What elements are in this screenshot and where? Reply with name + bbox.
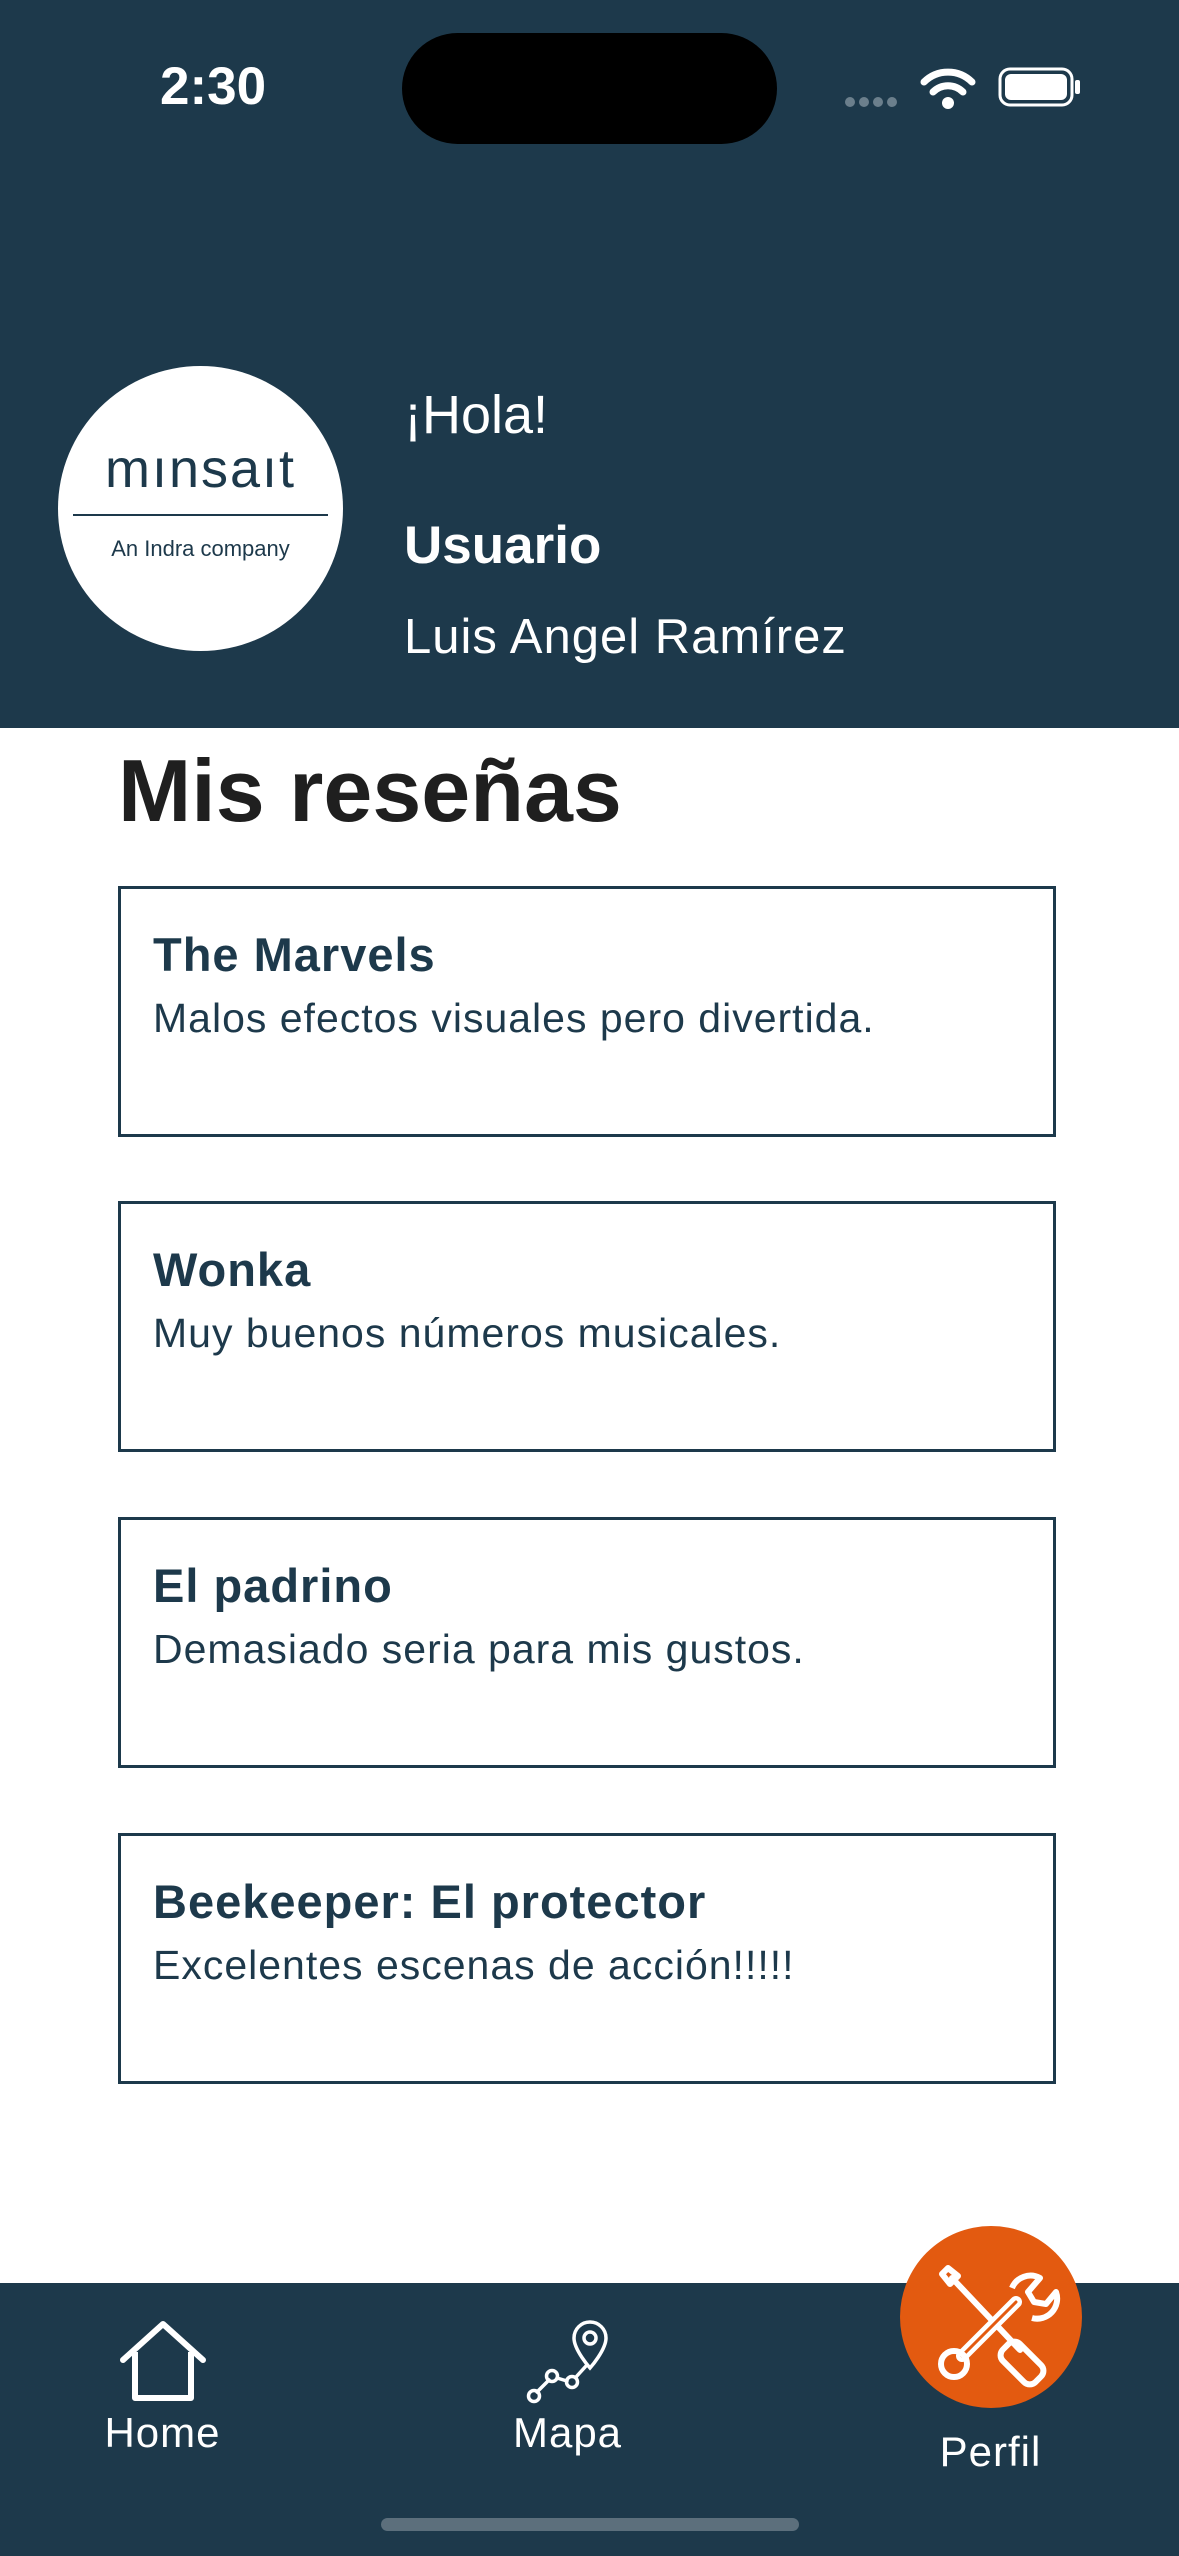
review-text: Muy buenos números musicales.	[153, 1310, 782, 1356]
review-card[interactable]: Beekeeper: El protector Excelentes escen…	[118, 1833, 1056, 2084]
tab-profile-label: Perfil	[939, 2428, 1042, 2475]
tab-profile[interactable]: Perfil	[888, 2226, 1093, 2476]
avatar[interactable]: mınsaıt An Indra company	[58, 366, 343, 651]
tab-map[interactable]: Mapa	[465, 2318, 670, 2457]
battery-icon	[998, 67, 1080, 107]
review-text: Demasiado seria para mis gustos.	[153, 1626, 805, 1672]
tab-home-label: Home	[104, 2409, 221, 2456]
logo-divider	[73, 514, 328, 516]
review-title: El padrino	[153, 1559, 393, 1612]
wifi-icon	[920, 68, 976, 109]
dynamic-island	[402, 33, 777, 144]
profile-active-bubble	[899, 2226, 1082, 2408]
profile-header: 2:30 mınsaıt An Indra company ¡Hola! Usu…	[0, 0, 1179, 728]
tab-map-label: Mapa	[512, 2409, 623, 2456]
reviews-section-title: Mis reseñas	[118, 741, 622, 840]
review-card[interactable]: El padrino Demasiado seria para mis gust…	[118, 1517, 1056, 1768]
tools-icon	[937, 2265, 1060, 2388]
status-time: 2:30	[160, 57, 267, 116]
user-label: Usuario	[404, 516, 602, 575]
signal-icon	[845, 94, 901, 112]
review-card[interactable]: The Marvels Malos efectos visuales pero …	[118, 886, 1056, 1137]
review-text: Malos efectos visuales pero divertida.	[153, 995, 875, 1041]
review-text: Excelentes escenas de acción!!!!!	[153, 1942, 795, 1988]
home-icon	[119, 2321, 206, 2401]
review-title: Wonka	[153, 1243, 312, 1296]
review-title: Beekeeper: El protector	[153, 1875, 707, 1928]
greeting-text: ¡Hola!	[404, 385, 549, 445]
company-logo: mınsaıt	[104, 439, 297, 499]
home-indicator[interactable]	[381, 2518, 799, 2531]
map-route-icon	[526, 2320, 608, 2404]
logo-subtitle: An Indra company	[111, 536, 290, 561]
review-card[interactable]: Wonka Muy buenos números musicales.	[118, 1201, 1056, 1452]
user-name: Luis Angel Ramírez	[404, 610, 847, 664]
review-title: The Marvels	[153, 928, 436, 981]
tab-home[interactable]: Home	[60, 2318, 265, 2457]
